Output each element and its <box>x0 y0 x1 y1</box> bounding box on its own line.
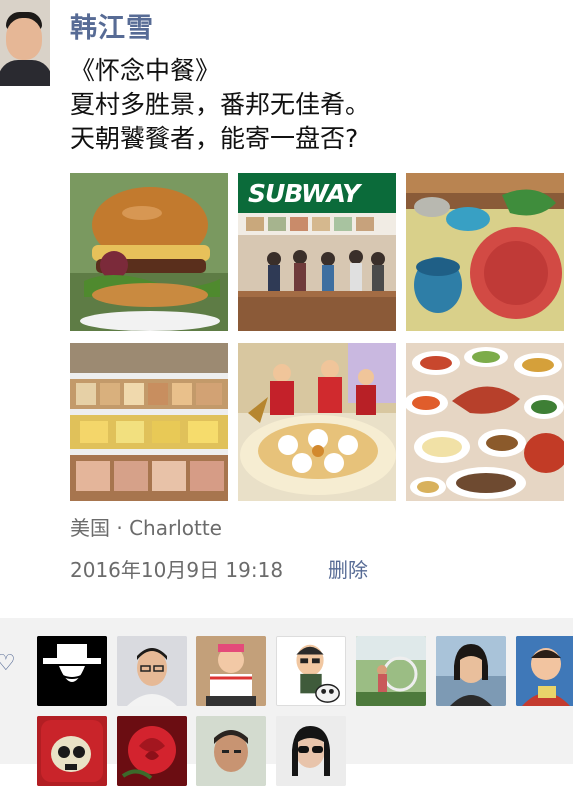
sunglasses-portrait-icon <box>276 716 346 786</box>
woman-portrait-icon <box>436 636 506 706</box>
photo-grid: SUBWAY <box>70 173 564 501</box>
post-text: 《怀念中餐》 夏村多胜景，番邦无佳肴。 天朝饕餮者，能寄一盘否? <box>70 54 370 156</box>
poem-line-1: 《怀念中餐》 <box>70 56 221 85</box>
banquet-photo <box>238 343 396 501</box>
photo-banquet[interactable] <box>238 343 396 501</box>
post-timestamp: 2016年10月9日 19:18 <box>70 558 284 582</box>
burger-photo <box>70 173 228 331</box>
photo-subway[interactable]: SUBWAY <box>238 173 396 331</box>
post-location[interactable]: 美国 · Charlotte <box>70 512 222 541</box>
cartoon-man-icon <box>277 637 345 705</box>
liker-avatar-11[interactable] <box>276 716 346 786</box>
poem-line-3: 天朝饕餮者，能寄一盘否? <box>70 124 359 153</box>
author-name[interactable]: 韩江雪 <box>70 6 154 45</box>
photo-tableware[interactable] <box>406 173 564 331</box>
skull-icon <box>37 716 107 786</box>
photo-burger[interactable] <box>70 173 228 331</box>
liker-avatar-6[interactable] <box>436 636 506 706</box>
liker-avatar-4[interactable] <box>276 636 346 706</box>
liker-avatar-3[interactable] <box>196 636 266 706</box>
poem-line-2: 夏村多胜景，番邦无佳肴。 <box>70 90 371 119</box>
dishes-photo <box>406 343 564 501</box>
liker-avatar-9[interactable] <box>117 716 187 786</box>
masked-man-icon <box>37 636 107 706</box>
photo-supermarket[interactable] <box>70 343 228 501</box>
man-portrait-icon <box>196 716 266 786</box>
rose-icon <box>117 716 187 786</box>
heart-icon: ♡ <box>0 651 16 676</box>
tableware-photo <box>406 173 564 331</box>
boy-portrait-icon <box>516 636 573 706</box>
subway-sign: SUBWAY <box>248 179 360 208</box>
liker-avatar-5[interactable] <box>356 636 426 706</box>
author-avatar[interactable] <box>0 0 50 86</box>
liker-avatar-8[interactable] <box>37 716 107 786</box>
portrait-icon <box>117 636 187 706</box>
liker-avatar-7[interactable] <box>516 636 573 706</box>
likes-section: ♡ <box>0 618 573 786</box>
child-icon <box>196 636 266 706</box>
liker-avatar-1[interactable] <box>37 636 107 706</box>
liker-avatar-2[interactable] <box>117 636 187 706</box>
delete-button[interactable]: 删除 <box>328 554 368 583</box>
liker-avatar-10[interactable] <box>196 716 266 786</box>
photo-dishes[interactable] <box>406 343 564 501</box>
supermarket-photo <box>70 343 228 501</box>
outdoor-photo-icon <box>356 636 426 706</box>
